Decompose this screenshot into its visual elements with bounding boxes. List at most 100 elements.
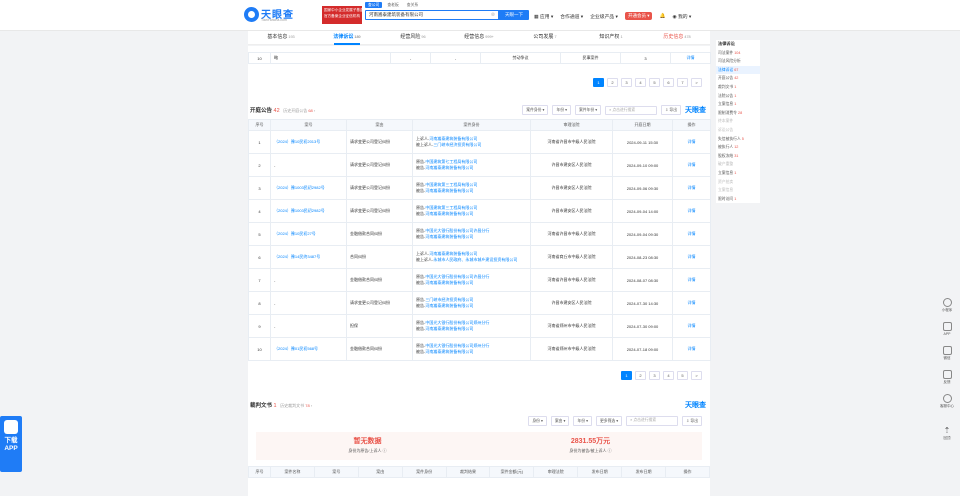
back-to-top-button[interactable]: ⇡ 回顶 bbox=[934, 426, 960, 441]
info-icon[interactable]: ⓘ bbox=[608, 448, 612, 453]
detail-link[interactable]: 详情 bbox=[672, 337, 711, 361]
nav-user[interactable]: ◉ 我的 ▾ bbox=[672, 13, 691, 20]
detail-link[interactable]: 详情 bbox=[672, 268, 711, 292]
table-search-input[interactable]: ⌕ 点击进行搜索 bbox=[626, 416, 679, 426]
detail-link[interactable]: 详情 bbox=[672, 222, 711, 246]
nav-apps[interactable]: ▦ 应用 ▾ bbox=[534, 13, 553, 20]
wechat-button[interactable]: 微信 bbox=[934, 346, 960, 361]
clear-icon[interactable]: ⊗ bbox=[491, 11, 495, 19]
page-6[interactable]: 6 bbox=[663, 78, 674, 87]
search-icon: ⌕ bbox=[609, 107, 612, 112]
right-nav-item[interactable]: 诉讼公告 bbox=[716, 126, 760, 135]
page-3[interactable]: 3 bbox=[621, 78, 632, 87]
tab-ip[interactable]: 知识产权1 bbox=[578, 31, 644, 44]
mini-program-button[interactable]: 小程序 bbox=[934, 298, 960, 313]
right-nav-item[interactable]: 法律诉讼67 bbox=[716, 65, 760, 75]
right-nav-item[interactable]: 被执行人12 bbox=[716, 143, 760, 152]
court-name: 河南省郑州市中级人民法院 bbox=[530, 337, 613, 361]
page-5[interactable]: 5 bbox=[677, 371, 688, 380]
tab-basic[interactable]: 基本信息193 bbox=[248, 31, 314, 44]
case-number[interactable]: （2024）豫01民初568号 bbox=[270, 337, 347, 361]
right-nav-item[interactable]: 股权冻结31 bbox=[716, 152, 760, 161]
case-number[interactable]: （2024）豫1003民初2982号 bbox=[270, 176, 347, 200]
case-number[interactable]: （2024）豫10民初2013号 bbox=[270, 130, 347, 154]
detail-link[interactable]: 详情 bbox=[672, 314, 711, 338]
filter-year[interactable]: 年份 ▾ bbox=[573, 416, 592, 426]
right-nav-item[interactable]: 限制消费令28 bbox=[716, 109, 760, 118]
search-button[interactable]: 天眼一下 bbox=[499, 10, 529, 20]
pager-prev: 1 2 3 4 5 6 7 > bbox=[248, 78, 710, 87]
search-input[interactable]: 河南嵩泰建筑装备有限公司 ⊗ bbox=[365, 10, 499, 20]
logo[interactable]: 天眼查 TianYancha.com bbox=[244, 6, 306, 24]
page-2[interactable]: 2 bbox=[635, 371, 646, 380]
tab-history[interactable]: 历史信息478 bbox=[644, 31, 710, 44]
filter-party[interactable]: 身份 ▾ bbox=[528, 416, 547, 426]
right-nav-item[interactable]: 司法风险分析 bbox=[716, 57, 760, 66]
service-button[interactable]: 客服中心 bbox=[934, 394, 960, 409]
app-download-float[interactable]: 下载APP bbox=[0, 416, 22, 472]
right-nav-item[interactable]: 终本案件 bbox=[716, 117, 760, 126]
right-nav-item[interactable]: 开庭公告42 bbox=[716, 74, 760, 83]
page-3[interactable]: 3 bbox=[649, 371, 660, 380]
case-number[interactable]: （2024）豫14民终3487号 bbox=[270, 245, 347, 269]
right-nav-item[interactable]: 立案信息1 bbox=[716, 169, 760, 178]
filter-year[interactable]: 年份 ▾ bbox=[552, 105, 571, 115]
right-nav-item[interactable]: 立案信息1 bbox=[716, 100, 760, 109]
case-number[interactable]: （2024）豫1003民初2982号 bbox=[270, 199, 347, 223]
detail-link[interactable]: 详情 bbox=[672, 153, 711, 177]
page-4[interactable]: 4 bbox=[635, 78, 646, 87]
table-row: 2- 请求变更公司登记纠纷 原告-中国建筑第七工程局有限公司 被告-河南嵩泰建筑装备有… bbox=[248, 153, 711, 177]
right-nav-item[interactable]: 法院公告1 bbox=[716, 92, 760, 101]
export-button[interactable]: ⇩ 导出 bbox=[682, 416, 702, 426]
tab-operation[interactable]: 经营信息999+ bbox=[446, 31, 512, 44]
right-nav-label: 法律诉讼 bbox=[718, 67, 734, 72]
right-nav-item[interactable]: 裁判文书1 bbox=[716, 83, 760, 92]
right-nav-item[interactable]: 司法案件104 bbox=[716, 49, 760, 58]
detail-link[interactable]: 详情 bbox=[672, 245, 711, 269]
page-1[interactable]: 1 bbox=[593, 78, 604, 87]
filter-cause[interactable]: 案由 ▾ bbox=[550, 416, 570, 426]
page-next[interactable]: > bbox=[691, 371, 702, 380]
search-tab-relation[interactable]: 查关系 bbox=[404, 2, 421, 8]
filter-case-year[interactable]: 案件年份 ▾ bbox=[575, 105, 602, 115]
page-1[interactable]: 1 bbox=[621, 371, 632, 380]
detail-link[interactable]: 详情 bbox=[670, 52, 711, 64]
feedback-button[interactable]: 反馈 bbox=[934, 370, 960, 385]
detail-link[interactable]: 详情 bbox=[672, 176, 711, 200]
right-nav-item[interactable]: 资产拍卖 bbox=[716, 178, 760, 187]
history-link[interactable]: 历史开庭公告 68 › bbox=[283, 108, 315, 113]
nav-enterprise[interactable]: 企业级产品 ▾ bbox=[590, 13, 618, 20]
page-5[interactable]: 5 bbox=[649, 78, 660, 87]
page-7[interactable]: 7 bbox=[677, 78, 688, 87]
app-button[interactable]: APP bbox=[934, 322, 960, 336]
promo-banner[interactable]: 国家中小企业发展子基金旗下 官方备案企业征信机构 bbox=[322, 6, 362, 24]
history-link[interactable]: 历史裁判文书 78 › bbox=[280, 403, 312, 408]
right-nav-label: 立案信息 bbox=[718, 188, 734, 193]
tab-development[interactable]: 公司发展7 bbox=[512, 31, 578, 44]
case-party: 原告-中国光大银行股份有限公司郑州分行 被告-河南嵩泰建筑装备有限公司 bbox=[412, 314, 531, 338]
right-nav-item[interactable]: 失信被执行人5 bbox=[716, 135, 760, 144]
right-nav-item[interactable]: 破产重整 bbox=[716, 160, 760, 169]
page-next[interactable]: > bbox=[691, 78, 702, 87]
bell-icon[interactable]: 🔔 bbox=[659, 14, 665, 19]
page-4[interactable]: 4 bbox=[663, 371, 674, 380]
search-tab-boss[interactable]: 查老板 bbox=[384, 2, 401, 8]
vip-button[interactable]: 开通会员 ▾ bbox=[624, 12, 653, 20]
table-search-input[interactable]: ⌕ 点击进行搜索 bbox=[605, 105, 658, 115]
export-button[interactable]: ⇩ 导出 bbox=[661, 105, 681, 115]
kaiting-table-body: 1 （2024）豫10民初2013号 请求变更公司登记纠纷 上诉人-河南嵩泰建筑装备有… bbox=[248, 130, 711, 361]
search-tab-company[interactable]: 查公司 bbox=[365, 2, 383, 8]
nav-cooperation[interactable]: 合作通道 ▾ bbox=[560, 13, 583, 20]
filter-party[interactable]: 案件身份 ▾ bbox=[522, 105, 549, 115]
detail-link[interactable]: 详情 bbox=[672, 291, 711, 315]
info-icon[interactable]: ⓘ bbox=[383, 448, 387, 453]
right-nav-item[interactable]: 立案信息 bbox=[716, 186, 760, 195]
tab-legal[interactable]: 法律诉讼180 bbox=[314, 31, 380, 45]
right-nav-item[interactable]: 限时访问1 bbox=[716, 195, 760, 204]
detail-link[interactable]: 详情 bbox=[672, 130, 711, 154]
filter-more[interactable]: 更多筛选 ▾ bbox=[596, 416, 623, 426]
page-2[interactable]: 2 bbox=[607, 78, 618, 87]
detail-link[interactable]: 详情 bbox=[672, 199, 711, 223]
tab-risk[interactable]: 经营风险96 bbox=[380, 31, 446, 44]
case-number[interactable]: （2024）豫10民初27号 bbox=[270, 222, 347, 246]
